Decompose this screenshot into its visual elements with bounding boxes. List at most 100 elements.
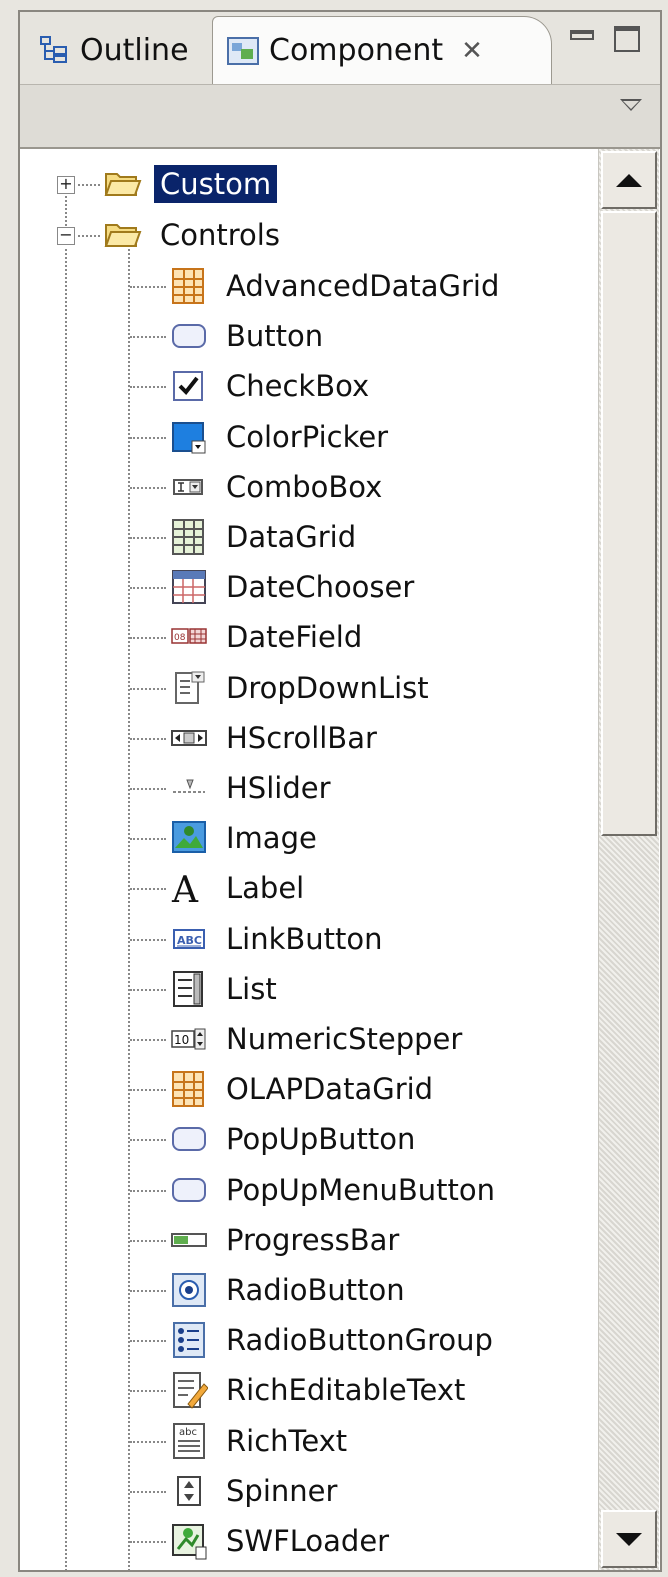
tree-line [130,788,166,790]
tree-line [130,1039,166,1041]
tree-item-hscrollbar[interactable]: HScrollBar [168,713,383,763]
view-menu-icon[interactable] [620,99,642,111]
tree-item-progressbar[interactable]: ProgressBar [168,1215,405,1265]
color-picker-icon [168,417,210,457]
tree-line [130,436,166,439]
tree-item-label: LinkButton [226,921,383,956]
tree-item-datagrid[interactable]: DataGrid [168,512,362,562]
popup-button-icon [168,1119,210,1159]
arrow-up-icon [616,173,642,187]
tree-item-label: RadioButtonGroup [226,1323,493,1358]
tree-node-label: Controls [160,218,280,252]
tree-item-richeditabletext[interactable]: RichEditableText [168,1365,471,1415]
advanced-data-grid-icon [168,266,210,306]
close-icon[interactable]: ✕ [461,36,483,66]
label-icon: A [168,868,210,908]
tree-item-advanceddatagrid[interactable]: AdvancedDataGrid [168,261,505,311]
tree-item-richtext[interactable]: abc RichText [168,1416,353,1466]
tree-item-button[interactable]: Button [168,311,329,361]
tree-line [128,249,130,1570]
tree-item-popupbutton[interactable]: PopUpButton [168,1114,421,1164]
tree-line [130,537,166,539]
tree-item-hslider[interactable]: HSlider [168,763,337,813]
button-icon [168,316,210,356]
expand-toggle-custom[interactable]: + [57,176,75,194]
component-view-panel: Outline Component ✕ + − Custom Controls … [0,0,668,1577]
tree-item-image[interactable]: Image [168,813,323,863]
tree-item-label: RichText [226,1423,348,1458]
tree-item-label: DataGrid [226,520,357,554]
tree-item-label: PopUpButton [226,1122,416,1157]
tree-item-olapdatagrid[interactable]: OLAPDataGrid [168,1064,439,1114]
combobox-icon [168,467,210,507]
tree-item-label: CheckBox [226,369,370,404]
tree-item-label: Button [226,319,324,354]
olap-data-grid-icon [168,1069,210,1109]
tree-node-controls[interactable]: Controls [102,210,286,260]
radio-button-group-icon [168,1320,210,1360]
tab-outline[interactable]: Outline [26,18,210,82]
tree-item-checkbox[interactable]: CheckBox [168,361,375,411]
scroll-down-button[interactable] [601,1510,657,1568]
radio-button-icon [168,1270,210,1310]
tab-component-label: Component [269,33,444,68]
swf-loader-icon [168,1521,210,1561]
svg-text:A: A [171,870,199,908]
tree-item-datefield[interactable]: 08 DateField [168,612,368,662]
svg-text:ABC: ABC [177,934,202,947]
drop-down-list-icon [168,668,210,708]
tree-item-combobox[interactable]: ComboBox [168,462,388,512]
tree-item-linkbutton[interactable]: ABC LinkButton [168,914,389,964]
scrollbar-thumb[interactable] [601,211,657,836]
arrow-down-icon [616,1532,642,1546]
tree-item-label: OLAPDataGrid [226,1072,434,1107]
tree-item-label: DateChooser [226,570,415,605]
tree-item-label[interactable]: A Label [168,863,310,913]
tree-line [130,1490,166,1493]
tree-item-numericstepper[interactable]: 10 NumericStepper [168,1014,468,1064]
rich-text-icon: abc [168,1421,210,1461]
minimize-button[interactable] [570,30,594,40]
tree-line [130,988,166,991]
tree-item-label: ComboBox [226,469,383,504]
tree-line [130,888,166,891]
tree-line [130,1340,166,1343]
tree-item-swfloader[interactable]: SWFLoader [168,1516,395,1566]
tree-line [65,249,67,1570]
tab-bar: Outline Component ✕ [20,12,660,85]
tree-node-custom[interactable]: Custom [102,159,278,209]
component-tree: + − Custom Controls AdvancedDataGrid Butt… [20,149,596,1570]
tree-item-list[interactable]: List [168,964,283,1014]
tree-item-datechooser[interactable]: DateChooser [168,562,420,612]
maximize-button[interactable] [614,26,640,52]
tree-node-label: Custom [154,165,278,203]
tree-item-label: SWFLoader [226,1524,390,1558]
tree-line [130,1541,166,1543]
popup-menu-button-icon [168,1170,210,1210]
tree-item-label: AdvancedDataGrid [226,269,500,303]
tree-line [130,1290,166,1292]
collapse-toggle-controls[interactable]: − [57,227,75,245]
spinner-icon [168,1471,210,1511]
tree-item-popupmenubutton[interactable]: PopUpMenuButton [168,1165,501,1215]
tree-line [130,1390,166,1393]
tree-item-radiobuttongroup[interactable]: RadioButtonGroup [168,1315,499,1365]
tree-line [130,737,166,740]
scroll-up-button[interactable] [601,151,657,209]
tree-item-colorpicker[interactable]: ColorPicker [168,412,394,462]
tree-item-label: RichEditableText [226,1373,466,1408]
vertical-scrollbar[interactable] [598,149,659,1570]
folder-icon [102,164,144,204]
tree-item-label: RadioButton [226,1273,405,1307]
tree-item-label: PopUpMenuButton [226,1172,496,1207]
tree-item-dropdownlist[interactable]: DropDownList [168,663,435,713]
tree-item-label: HSlider [226,771,331,805]
tree-item-radiobutton[interactable]: RadioButton [168,1265,411,1315]
tree-line [130,938,166,941]
tree-item-spinner[interactable]: Spinner [168,1466,343,1516]
tab-component[interactable]: Component ✕ [212,16,552,84]
hslider-icon [168,768,210,808]
tree-line [130,486,166,489]
tree-item-label: HScrollBar [226,720,377,755]
outline-icon [38,35,70,65]
